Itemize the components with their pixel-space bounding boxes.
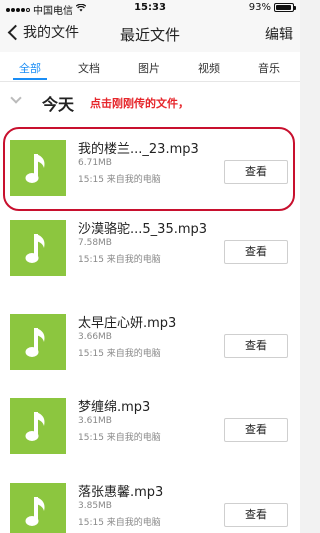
view-button[interactable]: 查看 <box>224 240 288 264</box>
category-tabs: 全部 文档 图片 视频 音乐 <box>0 52 300 82</box>
back-button[interactable]: 我的文件 <box>4 22 79 42</box>
annotation-text: 点击刚刚传的文件， <box>90 97 189 110</box>
file-size: 3.61MB <box>78 416 112 426</box>
file-name: 落张惠馨.mp3 <box>78 485 164 500</box>
file-size: 6.71MB <box>78 158 112 168</box>
file-list: 我的楼兰..._23.mp3 6.71MB 15:15 来自我的电脑 查看 沙漠… <box>0 120 300 533</box>
tab-documents[interactable]: 文档 <box>72 60 106 76</box>
file-meta: 15:15 来自我的电脑 <box>78 175 161 185</box>
edit-button[interactable]: 编辑 <box>265 24 293 44</box>
view-button[interactable]: 查看 <box>224 418 288 442</box>
file-size: 3.66MB <box>78 332 112 342</box>
active-tab-indicator <box>13 78 47 80</box>
view-button[interactable]: 查看 <box>224 334 288 358</box>
status-bar: 中国电信 15:33 93% <box>0 0 300 17</box>
music-file-icon <box>10 220 66 276</box>
section-header-today: 今天 点击刚刚传的文件， <box>0 82 300 120</box>
file-row[interactable]: 太早庄心妍.mp3 3.66MB 15:15 来自我的电脑 查看 <box>0 306 300 376</box>
chevron-down-icon[interactable] <box>10 92 22 104</box>
navigation-bar: 我的文件 最近文件 编辑 <box>0 16 300 52</box>
file-row[interactable]: 落张惠馨.mp3 3.85MB 15:15 来自我的电脑 查看 <box>0 475 300 533</box>
file-size: 7.58MB <box>78 238 112 248</box>
file-meta: 15:15 来自我的电脑 <box>78 349 161 359</box>
music-file-icon <box>10 140 66 196</box>
file-meta: 15:15 来自我的电脑 <box>78 255 161 265</box>
section-title: 今天 <box>42 95 75 114</box>
file-row[interactable]: 我的楼兰..._23.mp3 6.71MB 15:15 来自我的电脑 查看 <box>0 132 300 202</box>
music-file-icon <box>10 398 66 454</box>
file-name: 太早庄心妍.mp3 <box>78 316 177 331</box>
tab-all[interactable]: 全部 <box>13 60 47 76</box>
file-row[interactable]: 梦缠绵.mp3 3.61MB 15:15 来自我的电脑 查看 <box>0 390 300 460</box>
music-file-icon <box>10 483 66 533</box>
file-row[interactable]: 沙漠骆驼...5_35.mp3 7.58MB 15:15 来自我的电脑 查看 <box>0 212 300 282</box>
file-name: 我的楼兰..._23.mp3 <box>78 142 199 157</box>
file-meta: 15:15 来自我的电脑 <box>78 433 161 443</box>
chevron-left-icon <box>7 24 24 40</box>
view-button[interactable]: 查看 <box>224 503 288 527</box>
battery-group: 93% <box>248 2 296 13</box>
back-label: 我的文件 <box>23 25 79 41</box>
file-meta: 15:15 来自我的电脑 <box>78 518 161 528</box>
view-button[interactable]: 查看 <box>224 160 288 184</box>
battery-percent: 93% <box>248 2 271 13</box>
tab-images[interactable]: 图片 <box>132 60 166 76</box>
tab-music[interactable]: 音乐 <box>252 60 286 76</box>
file-name: 沙漠骆驼...5_35.mp3 <box>78 222 208 237</box>
file-size: 3.85MB <box>78 501 112 511</box>
battery-icon <box>274 3 296 12</box>
file-name: 梦缠绵.mp3 <box>78 400 151 415</box>
music-file-icon <box>10 314 66 370</box>
tab-videos[interactable]: 视频 <box>192 60 226 76</box>
